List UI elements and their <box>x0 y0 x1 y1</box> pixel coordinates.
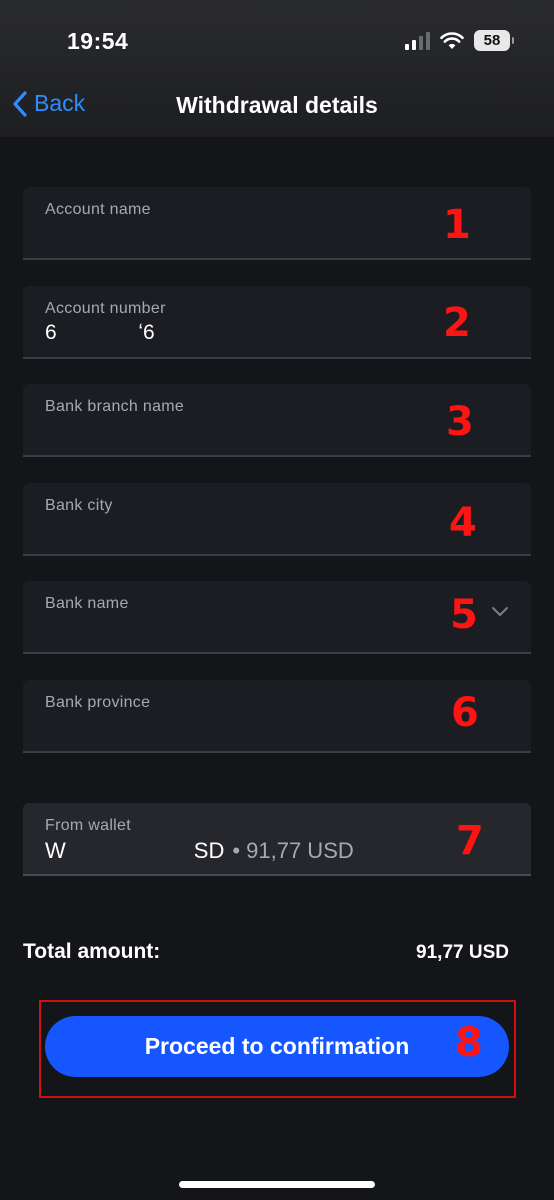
chevron-down-icon <box>492 607 508 616</box>
total-amount-value: 91,77 USD <box>416 942 509 963</box>
field-label: Bank name <box>45 595 129 612</box>
annotation-marker-6: 6 <box>451 690 479 736</box>
wallet-value: W SD • 91,77 USD <box>45 838 354 864</box>
button-label: Proceed to confirmation <box>144 1033 410 1059</box>
annotation-marker-3: 3 <box>446 399 474 445</box>
top-bar: 19:54 58 Back Withdrawal details <box>0 0 554 137</box>
field-label: Account number <box>45 300 166 317</box>
page-title: Withdrawal details <box>176 92 378 118</box>
battery-icon: 58 <box>474 30 514 51</box>
annotation-marker-2: 2 <box>443 300 471 346</box>
proceed-to-confirmation-button[interactable]: Proceed to confirmation <box>45 1016 509 1077</box>
total-amount-label: Total amount: <box>23 940 161 963</box>
status-icons: 58 <box>405 30 514 51</box>
wifi-icon <box>440 31 464 49</box>
annotation-marker-7: 7 <box>456 818 484 864</box>
field-label: Bank branch name <box>45 398 185 415</box>
field-label: Bank city <box>45 497 113 514</box>
field-value: 6 ʻ6 <box>45 321 155 344</box>
wallet-balance: • 91,77 USD <box>232 838 354 863</box>
field-label: Account name <box>45 201 151 218</box>
home-indicator[interactable] <box>179 1181 375 1188</box>
from-wallet-select[interactable]: From wallet W SD • 91,77 USD <box>23 803 531 876</box>
status-time: 19:54 <box>67 28 129 54</box>
annotation-marker-8: 8 <box>455 1020 483 1066</box>
field-label: Bank province <box>45 694 151 711</box>
field-label: From wallet <box>45 817 131 834</box>
wallet-name-prefix: W <box>45 838 66 863</box>
annotation-marker-4: 4 <box>449 500 477 546</box>
signal-icon <box>405 31 430 50</box>
wallet-name-suffix: SD <box>193 838 225 863</box>
annotation-marker-1: 1 <box>443 202 471 248</box>
annotation-marker-5: 5 <box>450 592 478 638</box>
